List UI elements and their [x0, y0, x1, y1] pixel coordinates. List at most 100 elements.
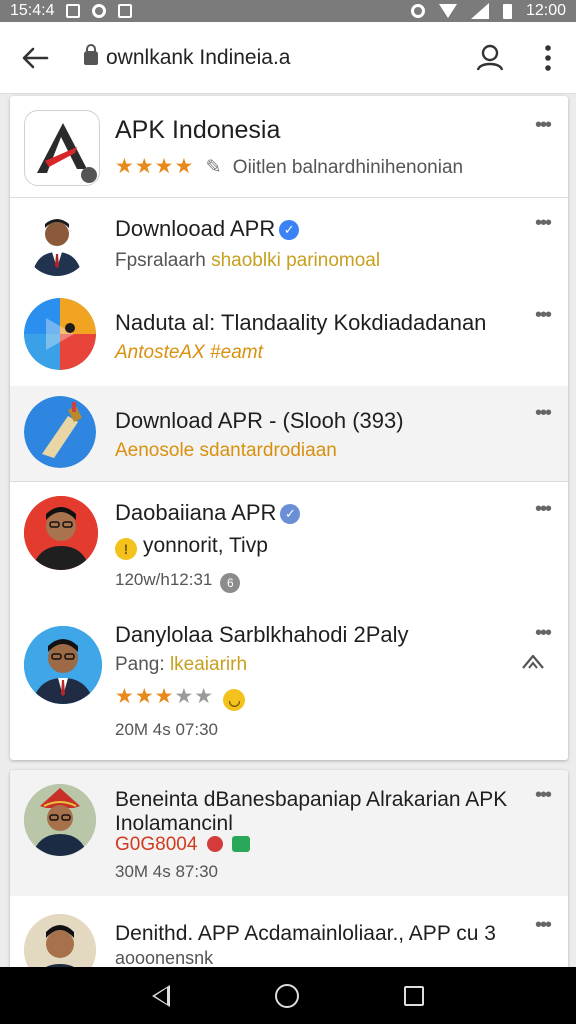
result-meta: 30M 4s 87:30: [115, 862, 219, 881]
result-title: APK Indonesia: [115, 116, 281, 144]
overflow-menu-button[interactable]: [520, 28, 576, 88]
more-options-button[interactable]: •••: [535, 304, 552, 327]
person-portrait-icon: [24, 210, 90, 276]
result-subtitle: yonnorit, Tivp: [143, 534, 268, 557]
result-subtitle: aooonensnk: [115, 948, 214, 968]
nav-back-icon[interactable]: [152, 984, 171, 1007]
result-item[interactable]: Naduta al: Tlandaality Kokdiadadanan Ant…: [10, 286, 568, 386]
result-item[interactable]: Beneinta dBanesbapaniap Alrakarian APK I…: [10, 770, 568, 896]
result-item[interactable]: Downlooad APR ✓ Fpsralaarh shaoblki parin…: [10, 198, 568, 286]
status-left: 15:4:4: [10, 2, 133, 20]
result-item[interactable]: Daobaiiana APR ✓ ! yonnorit, Tivp 120w/h12…: [10, 482, 568, 600]
download-app-icon: [24, 396, 96, 468]
battery-icon: [502, 3, 512, 19]
location-icon: [92, 4, 107, 18]
person-portrait-icon: [24, 784, 96, 856]
red-badge-icon: [206, 836, 223, 852]
play-store-icon: [24, 298, 96, 370]
clock-icon: 6: [220, 573, 241, 593]
result-subtitle-a: Fpsralaarh: [115, 250, 206, 271]
more-options-button[interactable]: •••: [535, 114, 552, 137]
rating-stars: ★★★★: [115, 155, 195, 178]
result-subtitle-line: G0G8004: [115, 834, 250, 856]
more-vert-icon: [545, 44, 551, 71]
app-icon: [24, 396, 96, 468]
result-item[interactable]: Danylolaa Sarblkhahodi 2Paly Pang: lkeai…: [10, 600, 568, 760]
status-time-left: 15:4:4: [10, 2, 55, 19]
signal-icon: [470, 3, 489, 19]
avatar: [24, 784, 96, 856]
cloud-upload-icon[interactable]: [520, 652, 546, 670]
app-icon: [24, 298, 96, 370]
smile-emoji-icon: ◡: [223, 689, 246, 711]
arrow-left-icon: [22, 47, 49, 68]
result-item[interactable]: APK Indonesia ★★★★ ✎ Oiitlen balnardhini…: [10, 96, 568, 198]
result-title: Denithd. APP Acdamainloliaar., APP cu 3: [115, 922, 496, 945]
back-button[interactable]: [0, 22, 70, 94]
result-title: Beneinta dBanesbapaniap Alrakarian APK: [115, 788, 508, 811]
result-title: Download APR - (Slooh (393): [115, 408, 404, 433]
result-title: Daobaiiana APR: [115, 500, 277, 525]
result-subtitle-a: Pang:: [115, 654, 165, 675]
wifi-icon: [438, 4, 457, 18]
address-bar: ownlkank Indineia.a: [0, 22, 576, 94]
avatar: [24, 626, 102, 704]
warning-emoji-icon: !: [115, 538, 137, 560]
url-field[interactable]: ownlkank Indineia.a: [70, 33, 460, 82]
result-subtitle: Oiitlen balnardhinihenonian: [232, 157, 464, 178]
alarm-icon: [410, 4, 425, 18]
results-card: APK Indonesia ★★★★ ✎ Oiitlen balnardhini…: [10, 96, 568, 760]
person-portrait-icon: [24, 496, 98, 570]
screen: 15:4:4 12:00 ownlkank Indineia.a APK Ind…: [0, 0, 576, 1024]
more-options-button[interactable]: •••: [535, 498, 552, 521]
account-button[interactable]: [460, 28, 520, 88]
result-meta: 20M 4s 07:30: [115, 720, 219, 739]
result-subtitle-line: ★★★★ ✎ Oiitlen balnardhinihenonian: [115, 154, 463, 179]
status-right: 12:00: [410, 2, 566, 20]
more-options-button[interactable]: •••: [535, 402, 552, 425]
image-icon: [118, 4, 133, 18]
avatar: [24, 210, 90, 276]
more-options-button[interactable]: •••: [535, 784, 552, 807]
result-meta: 120w/h12:31: [115, 570, 213, 589]
person-portrait-icon: [24, 626, 102, 704]
nav-home-icon[interactable]: [274, 983, 299, 1008]
result-item[interactable]: Download APR - (Slooh (393) Aenosole sda…: [10, 386, 568, 482]
more-options-button[interactable]: •••: [535, 914, 552, 937]
person-icon: [476, 44, 504, 71]
results-card-secondary: Beneinta dBanesbapaniap Alrakarian APK I…: [10, 770, 568, 970]
rating-stars: ★★★★★: [115, 685, 215, 708]
result-title: Downlooad APR: [115, 216, 276, 241]
lock-icon: [84, 43, 98, 65]
result-title-line: Daobaiiana APR ✓: [115, 500, 301, 526]
result-title-line: Downlooad APR ✓: [115, 216, 300, 242]
logo-a-icon: [37, 123, 97, 183]
result-meta-line: 120w/h12:31 6: [115, 570, 241, 593]
status-time-right: 12:00: [525, 2, 566, 19]
result-title: Naduta al: Tlandaality Kokdiadadanan: [115, 310, 487, 335]
result-subtitle-b: lkeaiarirh: [169, 654, 248, 675]
verified-icon: ✓: [279, 220, 300, 240]
avatar: [24, 914, 96, 970]
result-title: Danylolaa Sarblkhahodi 2Paly: [115, 622, 409, 647]
status-bar: 15:4:4 12:00: [0, 0, 576, 22]
result-subtitle: AntosteAX #eamt: [115, 342, 263, 363]
nav-recents-icon[interactable]: [403, 985, 424, 1006]
notification-icon: [66, 4, 81, 18]
pencil-icon: ✎: [205, 157, 222, 178]
more-options-button[interactable]: •••: [535, 622, 552, 645]
result-subtitle-line: Fpsralaarh shaoblki parinomoal: [115, 250, 380, 272]
result-rating-line: ★★★★★ ◡: [115, 684, 251, 711]
more-options-button[interactable]: •••: [535, 212, 552, 235]
green-badge-icon: [231, 836, 250, 852]
result-subtitle: Aenosole sdantardrodiaan: [115, 440, 337, 461]
avatar: [24, 496, 98, 570]
person-portrait-icon: [24, 914, 96, 970]
url-text: ownlkank Indineia.a: [106, 45, 291, 69]
result-subtitle-b: shaoblki parinomoal: [211, 250, 381, 271]
result-item[interactable]: Denithd. APP Acdamainloliaar., APP cu 3 …: [10, 896, 568, 970]
app-logo: [24, 110, 100, 186]
verified-icon: ✓: [280, 504, 301, 524]
result-subtitle: G0G8004: [115, 834, 198, 855]
result-title-line2: Inolamancinl: [115, 812, 233, 835]
